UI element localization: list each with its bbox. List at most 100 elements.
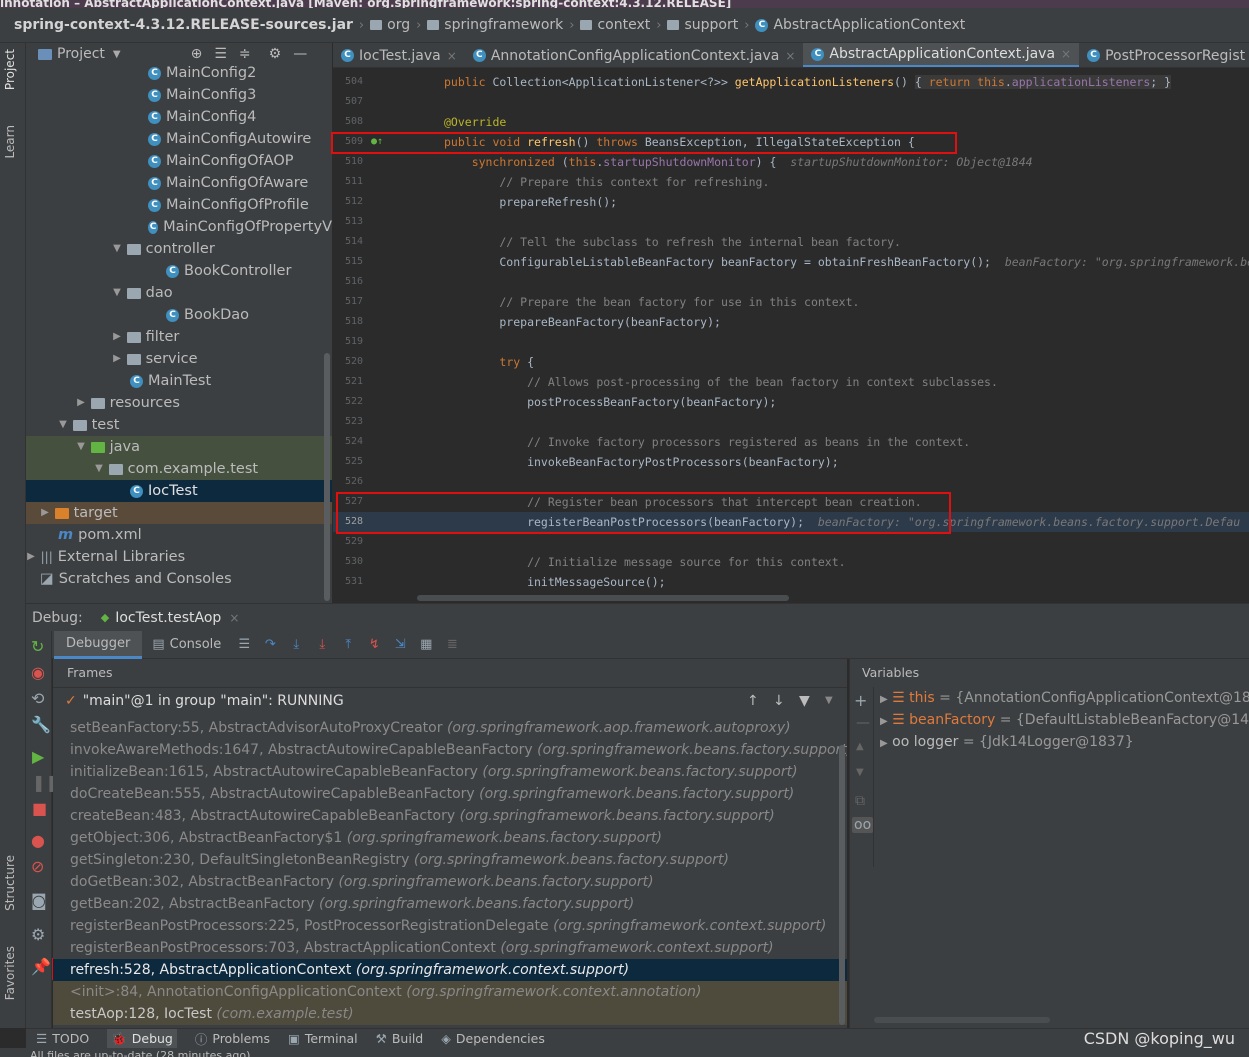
tool-debug[interactable]: 🐞 Debug [107, 1028, 177, 1049]
collapse-all-icon[interactable]: ≑ [239, 46, 251, 62]
gear-icon[interactable]: ⚙ [31, 925, 45, 944]
trace-icon[interactable]: ≣ [439, 637, 465, 652]
drop-frame-icon[interactable]: ↯ [361, 637, 387, 652]
close-icon[interactable]: × [229, 611, 239, 625]
tree-item-com-example-test[interactable]: ▼ com.example.test [26, 458, 332, 480]
frame-row[interactable]: setBeanFactory:55, AbstractAdvisorAutoPr… [53, 717, 847, 739]
tree-item-resources[interactable]: ▶ resources [26, 392, 332, 414]
tab-console[interactable]: ▤ Console [142, 631, 231, 659]
tree-item-mainconfigautowire[interactable]: C MainConfigAutowire [26, 128, 332, 150]
tool-problems[interactable]: ⓘ Problems [195, 1029, 270, 1048]
arrow-down-icon[interactable]: ▼ [856, 767, 864, 778]
frame-row[interactable]: invokeAwareMethods:1647, AbstractAutowir… [53, 739, 847, 761]
chevron-down-icon[interactable]: ▼ [58, 414, 68, 436]
tree-item-mainconfig2[interactable]: C MainConfig2 [26, 65, 332, 84]
gear-icon[interactable]: ⚙ [269, 46, 282, 62]
step-out-icon[interactable]: ⤒ [335, 637, 361, 652]
breadcrumb-jar[interactable]: spring-context-4.3.12.RELEASE-sources.ja… [14, 17, 353, 33]
step-into-icon[interactable]: ⤓ [283, 637, 309, 652]
tab-debugger[interactable]: Debugger [54, 630, 143, 659]
chevron-right-icon[interactable]: ▶ [76, 392, 86, 414]
tree-item-controller[interactable]: ▼ controller [26, 238, 332, 260]
frame-row[interactable]: <init>:84, AnnotationConfigApplicationCo… [53, 981, 847, 1003]
wrench-icon[interactable]: 🔧 [31, 715, 51, 734]
show-execution-point-icon[interactable]: ☰ [231, 637, 257, 652]
close-icon[interactable]: × [447, 49, 457, 63]
tree-item-pom-xml[interactable]: m pom.xml [26, 524, 332, 546]
tree-item-external-libraries[interactable]: ▶ ||| External Libraries [26, 546, 332, 568]
chevron-right-icon[interactable]: ▶ [112, 348, 122, 370]
tool-terminal[interactable]: ▣ Terminal [288, 1031, 358, 1046]
arrow-up-icon[interactable]: ↑ [747, 693, 759, 709]
tree-item-filter[interactable]: ▶ filter [26, 326, 332, 348]
view-breakpoints-icon[interactable]: ● [31, 831, 45, 850]
tool-todo[interactable]: ☰ TODO [36, 1031, 89, 1046]
breadcrumb-org[interactable]: org [370, 17, 410, 33]
camera-icon[interactable]: ◙ [31, 891, 47, 910]
step-over-icon[interactable]: ↷ [257, 637, 283, 652]
tab-annotationconfigapplicationcontext[interactable]: C AnnotationConfigApplicationContext.java… [465, 43, 804, 67]
arrow-down-icon[interactable]: ↓ [773, 693, 785, 709]
chevron-down-icon[interactable]: ▼ [76, 436, 86, 458]
tree-item-mainconfig3[interactable]: C MainConfig3 [26, 84, 332, 106]
debug-session-tab[interactable]: IocTest.testAop [115, 610, 221, 626]
tree-item-mainconfigofaop[interactable]: C MainConfigOfAOP [26, 150, 332, 172]
tool-tab-project[interactable]: Project [3, 49, 17, 90]
tree-item-bookcontroller[interactable]: C BookController [26, 260, 332, 282]
close-icon[interactable]: × [785, 49, 795, 63]
tool-tab-favorites[interactable]: Favorites [3, 946, 17, 1000]
tree-item-dao[interactable]: ▼ dao [26, 282, 332, 304]
tool-dependencies[interactable]: ◈ Dependencies [441, 1031, 545, 1046]
thread-selector[interactable]: ✓ "main"@1 in group "main": RUNNING ↑ ↓ … [53, 687, 847, 713]
hide-icon[interactable]: — [293, 46, 307, 62]
tab-postprocessorregist[interactable]: C PostProcessorRegist [1079, 43, 1249, 67]
tree-item-ioctest[interactable]: C IocTest [26, 480, 332, 502]
breadcrumb-class[interactable]: C AbstractApplicationContext [755, 17, 965, 33]
chevron-right-icon[interactable]: ▶ [40, 502, 50, 524]
chevron-down-icon[interactable]: ▼ [113, 49, 121, 60]
chevron-right-icon[interactable]: ▶ [26, 546, 36, 568]
locate-icon[interactable]: ⊕ [191, 46, 203, 62]
chevron-down-icon[interactable]: ▼ [825, 695, 833, 706]
chevron-down-icon[interactable]: ▼ [112, 282, 122, 304]
mute-breakpoints-icon[interactable]: ⊘ [31, 857, 44, 876]
tree-item-mainconfigofaware[interactable]: C MainConfigOfAware [26, 172, 332, 194]
frame-row[interactable]: doGetBean:302, AbstractBeanFactory (org.… [53, 871, 847, 893]
frame-row-selected[interactable]: refresh:528, AbstractApplicationContext … [53, 959, 847, 981]
tree-item-service[interactable]: ▶ service [26, 348, 332, 370]
expand-all-icon[interactable]: ☰ [214, 46, 227, 62]
run-to-cursor-icon[interactable]: ⇲ [387, 637, 413, 652]
variable-this[interactable]: ▶ ☰ this = {AnnotationConfigApplicationC… [880, 687, 1249, 709]
plus-icon[interactable]: + [854, 691, 867, 710]
frame-row[interactable]: testAop:128, IocTest (com.example.test) [53, 1003, 847, 1025]
chevron-down-icon[interactable]: ▼ [94, 458, 104, 480]
arrow-up-icon[interactable]: ▲ [856, 741, 864, 752]
variable-beanfactory[interactable]: ▶ ☰ beanFactory = {DefaultListableBeanFa… [880, 709, 1249, 731]
tab-abstractapplicationcontext[interactable]: C AbstractApplicationContext.java × [803, 43, 1080, 67]
frame-row[interactable]: getObject:306, AbstractBeanFactory$1 (or… [53, 827, 847, 849]
tree-item-scratches[interactable]: ◪ Scratches and Consoles [26, 568, 332, 590]
stop-icon[interactable]: ■ [32, 799, 47, 818]
chevron-right-icon[interactable]: ▶ [112, 326, 122, 348]
glasses-icon[interactable]: oo [852, 817, 874, 833]
tree-item-test[interactable]: ▼ test [26, 414, 332, 436]
tree-item-mainconfigofprofile[interactable]: C MainConfigOfProfile [26, 194, 332, 216]
tool-tab-learn[interactable]: Learn [3, 125, 17, 159]
filter-icon[interactable]: ▼ [799, 693, 810, 709]
frame-row[interactable]: registerBeanPostProcessors:225, PostProc… [53, 915, 847, 937]
variable-logger[interactable]: ▶ oo logger = {Jdk14Logger@1837} [880, 731, 1134, 753]
frame-row[interactable]: getBean:202, AbstractBeanFactory (org.sp… [53, 893, 847, 915]
tab-ioctest[interactable]: C IocTest.java × [333, 43, 465, 67]
force-step-into-icon[interactable]: ⤓ [309, 637, 335, 652]
tree-item-maintest[interactable]: C MainTest [26, 370, 332, 392]
copy-icon[interactable]: ⧉ [855, 793, 865, 809]
frames-scrollbar[interactable] [839, 745, 845, 1025]
tool-build[interactable]: ⚒ Build [376, 1031, 424, 1046]
tree-item-bookdao[interactable]: C BookDao [26, 304, 332, 326]
close-icon[interactable]: × [1061, 47, 1071, 61]
frame-row[interactable]: getSingleton:230, DefaultSingletonBeanRe… [53, 849, 847, 871]
tree-item-java[interactable]: ▼ java [26, 436, 332, 458]
pin-icon[interactable]: 📌 [31, 957, 51, 976]
rerun-icon[interactable]: ↻ [31, 637, 44, 656]
tree-item-target[interactable]: ▶ target [26, 502, 332, 524]
